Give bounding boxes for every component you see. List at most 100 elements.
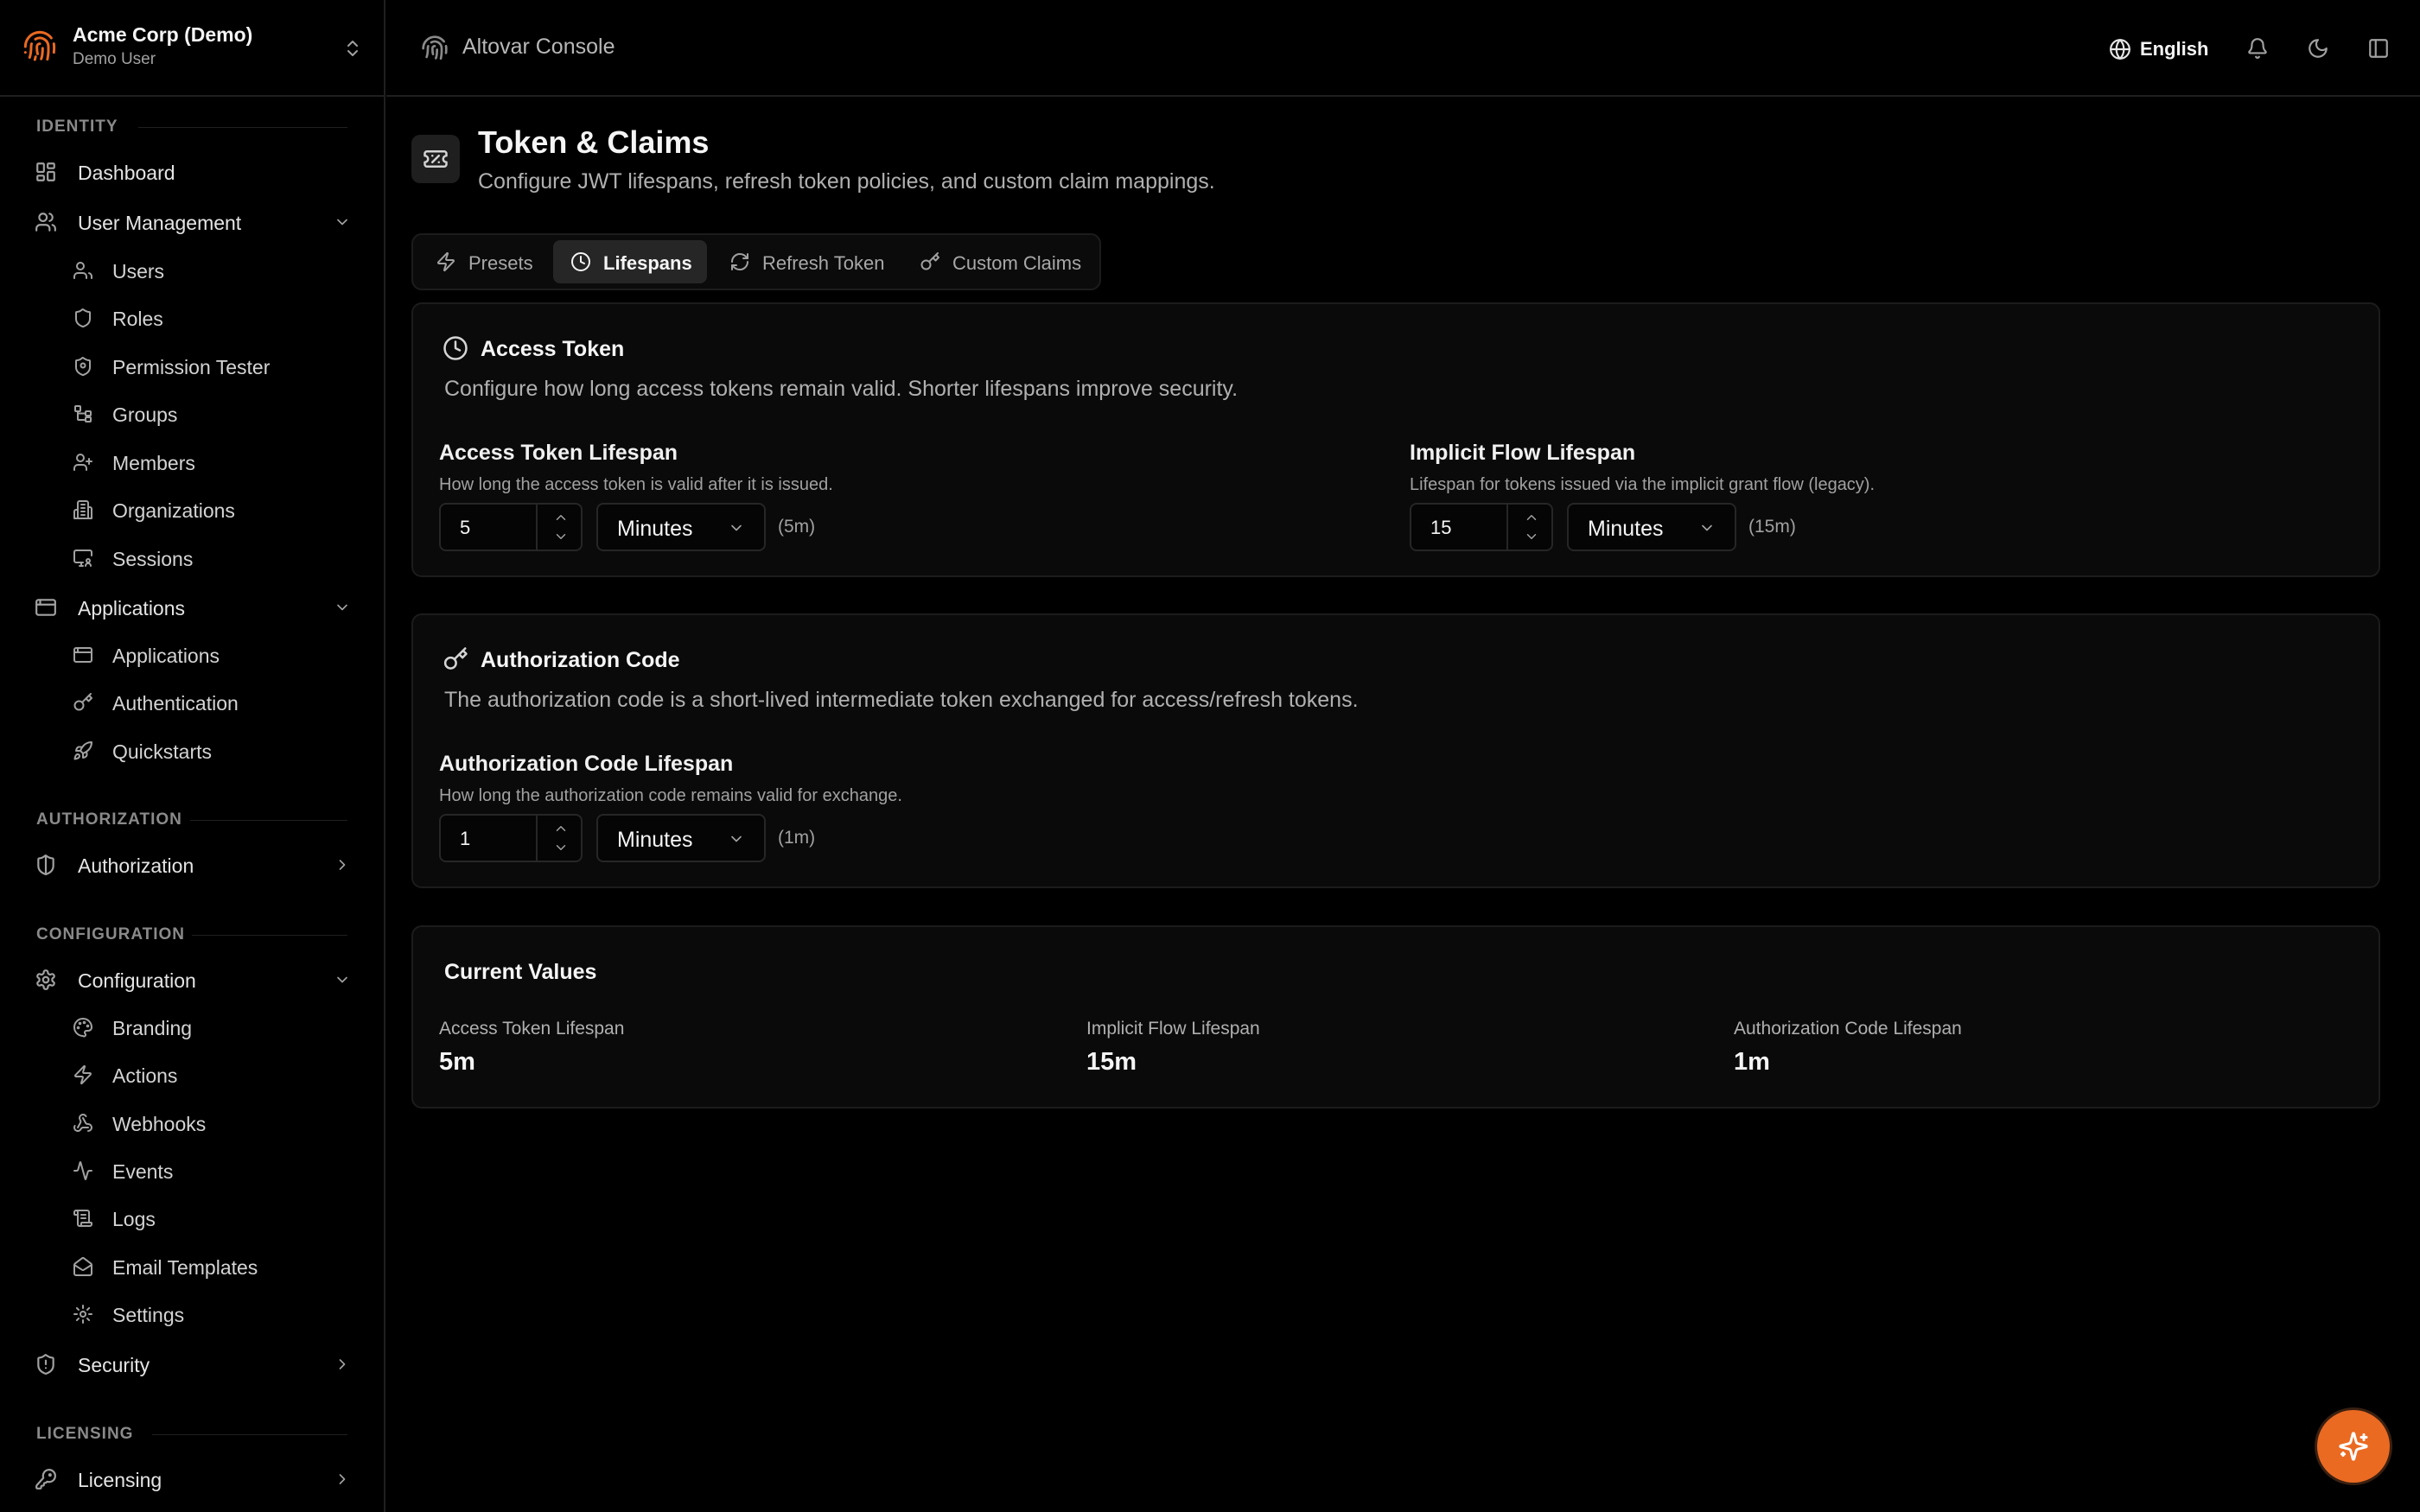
mail-open-icon: [73, 1257, 92, 1276]
sidebar-item-settings[interactable]: Settings: [60, 1295, 360, 1333]
sidebar-item-members[interactable]: Members: [60, 443, 360, 481]
app-window-icon: [35, 599, 56, 616]
tab-lifespans[interactable]: Lifespans: [553, 240, 707, 283]
section-label-configuration: CONFIGURATION: [36, 925, 186, 943]
chevron-down-icon: [337, 976, 347, 983]
notifications-button[interactable]: [2240, 31, 2275, 66]
sparkles-icon: [2339, 1432, 2368, 1461]
sidebar-item-label: Applications: [78, 597, 186, 619]
sidebar-item-quickstarts[interactable]: Quickstarts: [60, 732, 360, 770]
scroll-text-icon: [73, 1210, 92, 1227]
activity-icon: [73, 1161, 92, 1180]
sidebar-item-authentication[interactable]: Authentication: [60, 683, 360, 721]
language-switcher[interactable]: English: [2109, 31, 2213, 66]
chevron-down-icon[interactable]: [553, 529, 569, 544]
sidebar-item-licensing[interactable]: Licensing: [22, 1459, 360, 1499]
gear-icon: [36, 969, 55, 990]
org-name: Acme Corp (Demo): [73, 23, 253, 46]
org-switcher[interactable]: Acme Corp (Demo) Demo User: [0, 0, 384, 97]
sidebar-item-user-management[interactable]: User Management: [22, 202, 360, 242]
key-round-icon: [35, 1469, 56, 1490]
section-divider: [190, 820, 347, 821]
sidebar-item-label: Actions: [112, 1064, 178, 1087]
sidebar: Acme Corp (Demo) Demo User IDENTITY Dash…: [0, 0, 385, 1512]
tab-custom-claims[interactable]: Custom Claims: [902, 240, 1096, 283]
sidebar-item-logs[interactable]: Logs: [60, 1199, 360, 1237]
implicit-flow-lifespan-field: Implicit Flow Lifespan Lifespan for toke…: [1410, 441, 2274, 553]
chevrons-up-down-icon: [347, 41, 358, 56]
access-token-lifespan-input[interactable]: 5: [439, 503, 583, 551]
globe-icon: [2110, 39, 2130, 60]
sidebar-item-groups[interactable]: Groups: [60, 395, 360, 433]
sidebar-item-events[interactable]: Events: [60, 1152, 360, 1190]
page-subtitle: Configure JWT lifespans, refresh token p…: [478, 169, 1215, 194]
sidebar-item-label: Organizations: [112, 499, 235, 522]
sidebar-item-label: Authorization: [78, 854, 194, 877]
sidebar-item-applications-group[interactable]: Applications: [22, 588, 360, 627]
sidebar-item-label: Applications: [112, 645, 220, 667]
chevron-down-icon[interactable]: [1524, 529, 1539, 544]
chevron-down-icon: [731, 835, 742, 842]
current-value-value: 15m: [1086, 1048, 1137, 1076]
sidebar-item-permission-tester[interactable]: Permission Tester: [60, 347, 360, 385]
section-divider: [138, 127, 347, 128]
authorization-code-unit-select[interactable]: Minutes: [596, 814, 766, 862]
clock-icon: [443, 336, 468, 360]
chevron-up-icon[interactable]: [553, 510, 569, 525]
org-user: Demo User: [73, 50, 156, 68]
authorization-code-lifespan-input[interactable]: 1: [439, 814, 583, 862]
sidebar-item-actions[interactable]: Actions: [60, 1056, 360, 1094]
rocket-icon: [73, 740, 92, 760]
sidebar-item-dashboard[interactable]: Dashboard: [22, 152, 360, 192]
chevron-right-icon: [339, 1359, 346, 1369]
implicit-flow-unit-select[interactable]: Minutes: [1567, 503, 1736, 551]
toggle-panel-button[interactable]: [2361, 31, 2396, 66]
current-value-value: 1m: [1734, 1048, 1770, 1076]
access-token-lifespan-field: Access Token Lifespan How long the acces…: [439, 441, 1303, 553]
fingerprint-icon: [422, 35, 448, 60]
access-token-unit-select[interactable]: Minutes: [596, 503, 766, 551]
number-stepper[interactable]: [1506, 505, 1553, 550]
sidebar-item-label: Logs: [112, 1208, 156, 1230]
chevron-right-icon: [339, 860, 346, 870]
chevron-down-icon: [731, 524, 742, 531]
sidebar-item-security[interactable]: Security: [22, 1344, 360, 1384]
tab-list: Presets Lifespans Refresh Token Custom C…: [411, 233, 1101, 290]
card-title: Access Token: [481, 337, 625, 361]
sidebar-item-sessions[interactable]: Sessions: [60, 539, 360, 577]
sidebar-item-roles[interactable]: Roles: [60, 299, 360, 337]
sidebar-item-label: Security: [78, 1354, 150, 1376]
chevron-down-icon: [337, 604, 347, 611]
current-value-value: 5m: [439, 1048, 475, 1076]
sidebar-item-webhooks[interactable]: Webhooks: [60, 1104, 360, 1142]
select-value: Minutes: [1588, 517, 1664, 541]
ticket-icon: [424, 150, 448, 168]
select-value: Minutes: [617, 828, 693, 852]
card-title: Authorization Code: [481, 648, 680, 672]
theme-toggle-button[interactable]: [2301, 31, 2335, 66]
sidebar-item-email-templates[interactable]: Email Templates: [60, 1248, 360, 1286]
implicit-flow-lifespan-input[interactable]: 15: [1410, 503, 1553, 551]
section-label-identity: IDENTITY: [36, 118, 118, 136]
number-stepper[interactable]: [536, 816, 583, 861]
chevron-up-icon[interactable]: [1524, 510, 1539, 525]
section-divider: [152, 1434, 347, 1435]
sidebar-item-applications[interactable]: Applications: [60, 636, 360, 674]
chevron-up-icon[interactable]: [553, 821, 569, 836]
sidebar-item-branding[interactable]: Branding: [60, 1008, 360, 1046]
sidebar-item-authorization[interactable]: Authorization: [22, 845, 360, 885]
field-label: Authorization Code Lifespan: [439, 752, 734, 776]
number-stepper[interactable]: [536, 505, 583, 550]
tab-presets[interactable]: Presets: [418, 240, 548, 283]
sidebar-item-users[interactable]: Users: [60, 251, 360, 289]
chevron-down-icon[interactable]: [553, 840, 569, 855]
user-plus-icon: [73, 454, 92, 471]
section-label-authorization: AUTHORIZATION: [36, 810, 182, 829]
current-value-label: Authorization Code Lifespan: [1734, 1019, 1962, 1039]
tab-refresh-token[interactable]: Refresh Token: [712, 240, 897, 283]
ai-assistant-button[interactable]: [2317, 1410, 2390, 1483]
gear-icon: [73, 1305, 92, 1324]
sidebar-item-organizations[interactable]: Organizations: [60, 491, 360, 529]
input-value: 1: [460, 828, 471, 849]
sidebar-item-configuration[interactable]: Configuration: [22, 960, 360, 1000]
